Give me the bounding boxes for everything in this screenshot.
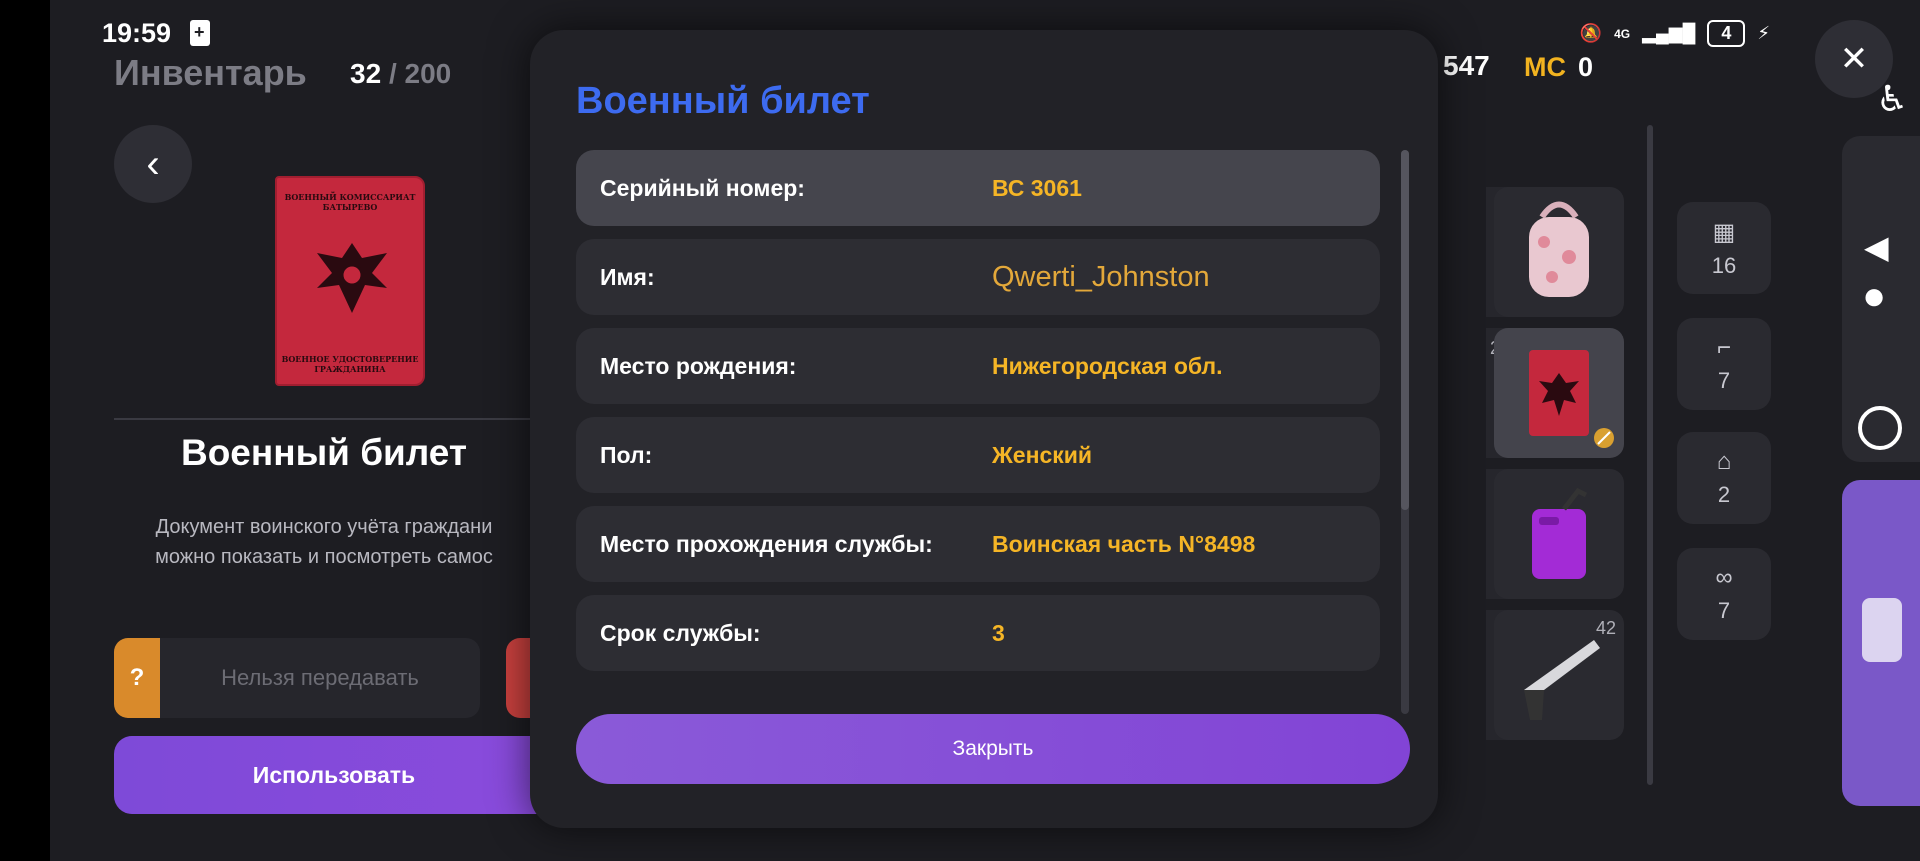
field-label: Имя: — [600, 264, 655, 290]
field-label: Место прохождения службы: — [600, 531, 933, 557]
field-label: Серийный номер: — [600, 175, 805, 201]
play-back-icon[interactable]: ◀ — [1864, 228, 1889, 266]
passport-header-text: ВОЕННЫЙ КОМИССАРИАТ БАТЫРЕВО — [284, 192, 416, 212]
status-time: 19:59 — [102, 18, 172, 48]
accessibility-icon[interactable]: ♿ — [1876, 78, 1908, 120]
inventory-title: Инвентарь — [114, 52, 307, 93]
modal-title: Военный билет — [576, 80, 870, 122]
inventory-count: 32 / 200 — [350, 58, 451, 90]
field-value: 3 — [992, 620, 1005, 646]
glasses-icon: ∞ — [1715, 564, 1733, 591]
inventory-slot-selected[interactable] — [1494, 328, 1624, 458]
field-value: Воинская часть N°8498 — [992, 531, 1256, 557]
network-label: 4G — [1614, 26, 1631, 41]
divider — [114, 418, 534, 420]
use-button[interactable]: Использовать — [114, 736, 554, 814]
item-description-line: можно показать и посмотреть самос — [155, 546, 493, 568]
field-row: Серийный номер: ВС 3061 — [576, 150, 1380, 226]
inventory-count-separator: / — [388, 58, 397, 89]
category-clothes[interactable]: ⌂ 2 — [1677, 432, 1771, 524]
inventory-count-current: 32 — [350, 58, 382, 89]
inventory-count-max: 200 — [404, 58, 452, 89]
military-id-icon — [1529, 350, 1614, 448]
item-description-line: Документ воинского учёта граждани — [155, 516, 493, 538]
document-modal: Военный билет Серийный номер: ВС 3061 Им… — [530, 30, 1438, 828]
mc-value: 0 — [1578, 52, 1594, 82]
jerrycan-icon — [1532, 487, 1588, 579]
help-badge[interactable]: ? — [114, 638, 160, 718]
record-icon[interactable] — [1858, 406, 1902, 450]
field-row: Место прохождения службы: Воинская часть… — [576, 506, 1380, 582]
field-value: Qwerti_Johnston — [992, 261, 1210, 293]
field-row: Имя: Qwerti_Johnston — [576, 239, 1380, 315]
signal-icon: ▂▄▆█ — [1642, 23, 1696, 43]
backpack-icon — [1529, 201, 1589, 297]
modal-scrollbar-thumb[interactable] — [1401, 150, 1409, 510]
field-row: Место рождения: Нижегородская обл. — [576, 328, 1380, 404]
item-description: Документ воинского учёта граждани можно … — [114, 512, 534, 572]
money-amount: 547 — [1443, 50, 1490, 81]
field-value: Женский — [992, 442, 1093, 468]
category-count: 7 — [1717, 598, 1731, 623]
mute-icon: 🔕 — [1579, 23, 1603, 43]
inventory-slot[interactable]: 42 — [1494, 610, 1624, 740]
field-row: Пол: Женский — [576, 417, 1380, 493]
category-accessories[interactable]: ∞ 7 — [1677, 548, 1771, 640]
back-button[interactable]: ‹ — [114, 125, 192, 203]
status-indicators: 🔕 4G ▂▄▆█ 4 ⚡ — [1580, 20, 1770, 47]
backpack-tab[interactable] — [1842, 480, 1920, 806]
charging-icon: ⚡ — [1757, 23, 1770, 43]
document-fields[interactable]: Серийный номер: ВС 3061 Имя: Qwerti_John… — [576, 150, 1380, 710]
person-icon[interactable]: ● — [1862, 274, 1886, 319]
field-label: Пол: — [600, 442, 653, 468]
mc-balance: MC 0 — [1524, 52, 1593, 83]
no-transfer-label: Нельзя передавать — [160, 638, 480, 718]
mc-label: MC — [1524, 52, 1566, 82]
item-name: Военный билет — [180, 432, 468, 473]
gun-icon: ⌐ — [1716, 334, 1731, 361]
inventory-scrollbar[interactable] — [1647, 125, 1653, 785]
close-button[interactable]: Закрыть — [576, 714, 1410, 784]
category-all[interactable]: ▦ 16 — [1677, 202, 1771, 294]
category-count: 2 — [1717, 482, 1731, 507]
field-value: ВС 3061 — [992, 175, 1082, 201]
inventory-tab-icon — [1862, 598, 1902, 662]
category-count: 7 — [1717, 368, 1731, 393]
close-icon: ✕ — [1839, 40, 1869, 78]
hanger-icon: ⌂ — [1716, 448, 1732, 475]
passport-footer-text: ВОЕННОЕ УДОСТОВЕРЕНИЕ ГРАЖДАНИНА — [281, 354, 419, 374]
grid-icon: ▦ — [1712, 218, 1736, 246]
side-panel: ◀ ● — [1842, 136, 1920, 462]
field-row: Срок службы: 3 — [576, 595, 1380, 671]
inventory-slot[interactable] — [1494, 187, 1624, 317]
chevron-left-icon: ‹ — [146, 141, 160, 186]
slot-count: 42 — [1595, 618, 1616, 638]
modal-scrollbar[interactable] — [1401, 150, 1409, 714]
battery-level: 4 — [1707, 20, 1746, 47]
field-label: Место рождения: — [600, 353, 797, 379]
eagle-emblem-icon — [317, 243, 387, 313]
inventory-slot[interactable] — [1494, 469, 1624, 599]
military-id-image: ВОЕННЫЙ КОМИССАРИАТ БАТЫРЕВО ВОЕННОЕ УДО… — [275, 176, 425, 386]
game-screen: 19:59 🔕 4G ▂▄▆█ 4 ⚡ Инвентарь 32 / 200 ‹… — [50, 0, 1920, 861]
battery-saver-icon — [190, 20, 210, 46]
field-label: Срок службы: — [600, 620, 761, 646]
field-value: Нижегородская обл. — [992, 353, 1223, 379]
category-weapons[interactable]: ⌐ 7 — [1677, 318, 1771, 410]
category-count: 16 — [1711, 252, 1737, 278]
